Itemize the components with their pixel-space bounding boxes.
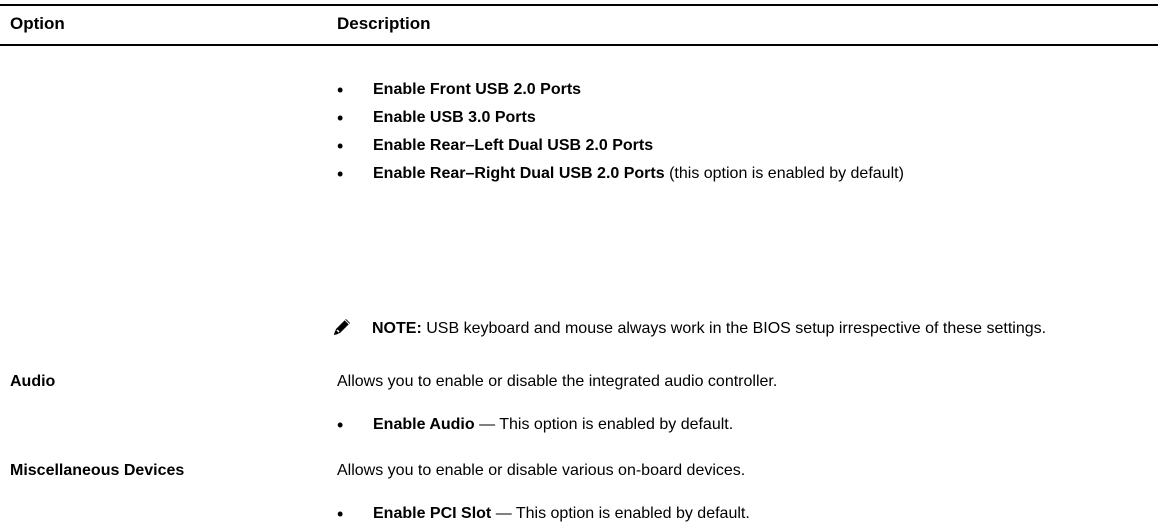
header-bottom-rule <box>0 44 1158 46</box>
audio-description: Allows you to enable or disable the inte… <box>337 373 778 390</box>
pencil-note-icon <box>334 319 350 335</box>
bullet: • <box>337 108 344 128</box>
header-description: Description <box>337 14 431 33</box>
usb-option-label: Enable Front USB 2.0 Ports <box>373 81 582 98</box>
bullet: • <box>337 164 344 184</box>
note-body: USB keyboard and mouse always work in th… <box>421 320 1047 337</box>
usb-option-label: Enable Rear–Left Dual USB 2.0 Ports <box>373 137 654 154</box>
header-top-rule <box>0 4 1158 6</box>
header-option: Option <box>10 14 65 33</box>
misc-description: Allows you to enable or disable various … <box>337 462 746 479</box>
audio-option-label: Enable Audio <box>373 416 475 433</box>
option-miscellaneous-devices: Miscellaneous Devices <box>10 462 185 479</box>
note-label: NOTE: <box>372 320 422 337</box>
bullet: • <box>337 504 344 524</box>
bullet: • <box>337 80 344 100</box>
bullet: • <box>337 136 344 156</box>
option-audio: Audio <box>10 373 56 390</box>
misc-option-label: Enable PCI Slot <box>373 505 492 522</box>
usb-option-note: (this option is enabled by default) <box>664 165 904 182</box>
usb-option-label: Enable USB 3.0 Ports <box>373 109 536 126</box>
bullet: • <box>337 415 344 435</box>
usb-option-label: Enable Rear–Right Dual USB 2.0 Ports <box>373 165 665 182</box>
usb-note: NOTE: USB keyboard and mouse always work… <box>372 317 1142 340</box>
